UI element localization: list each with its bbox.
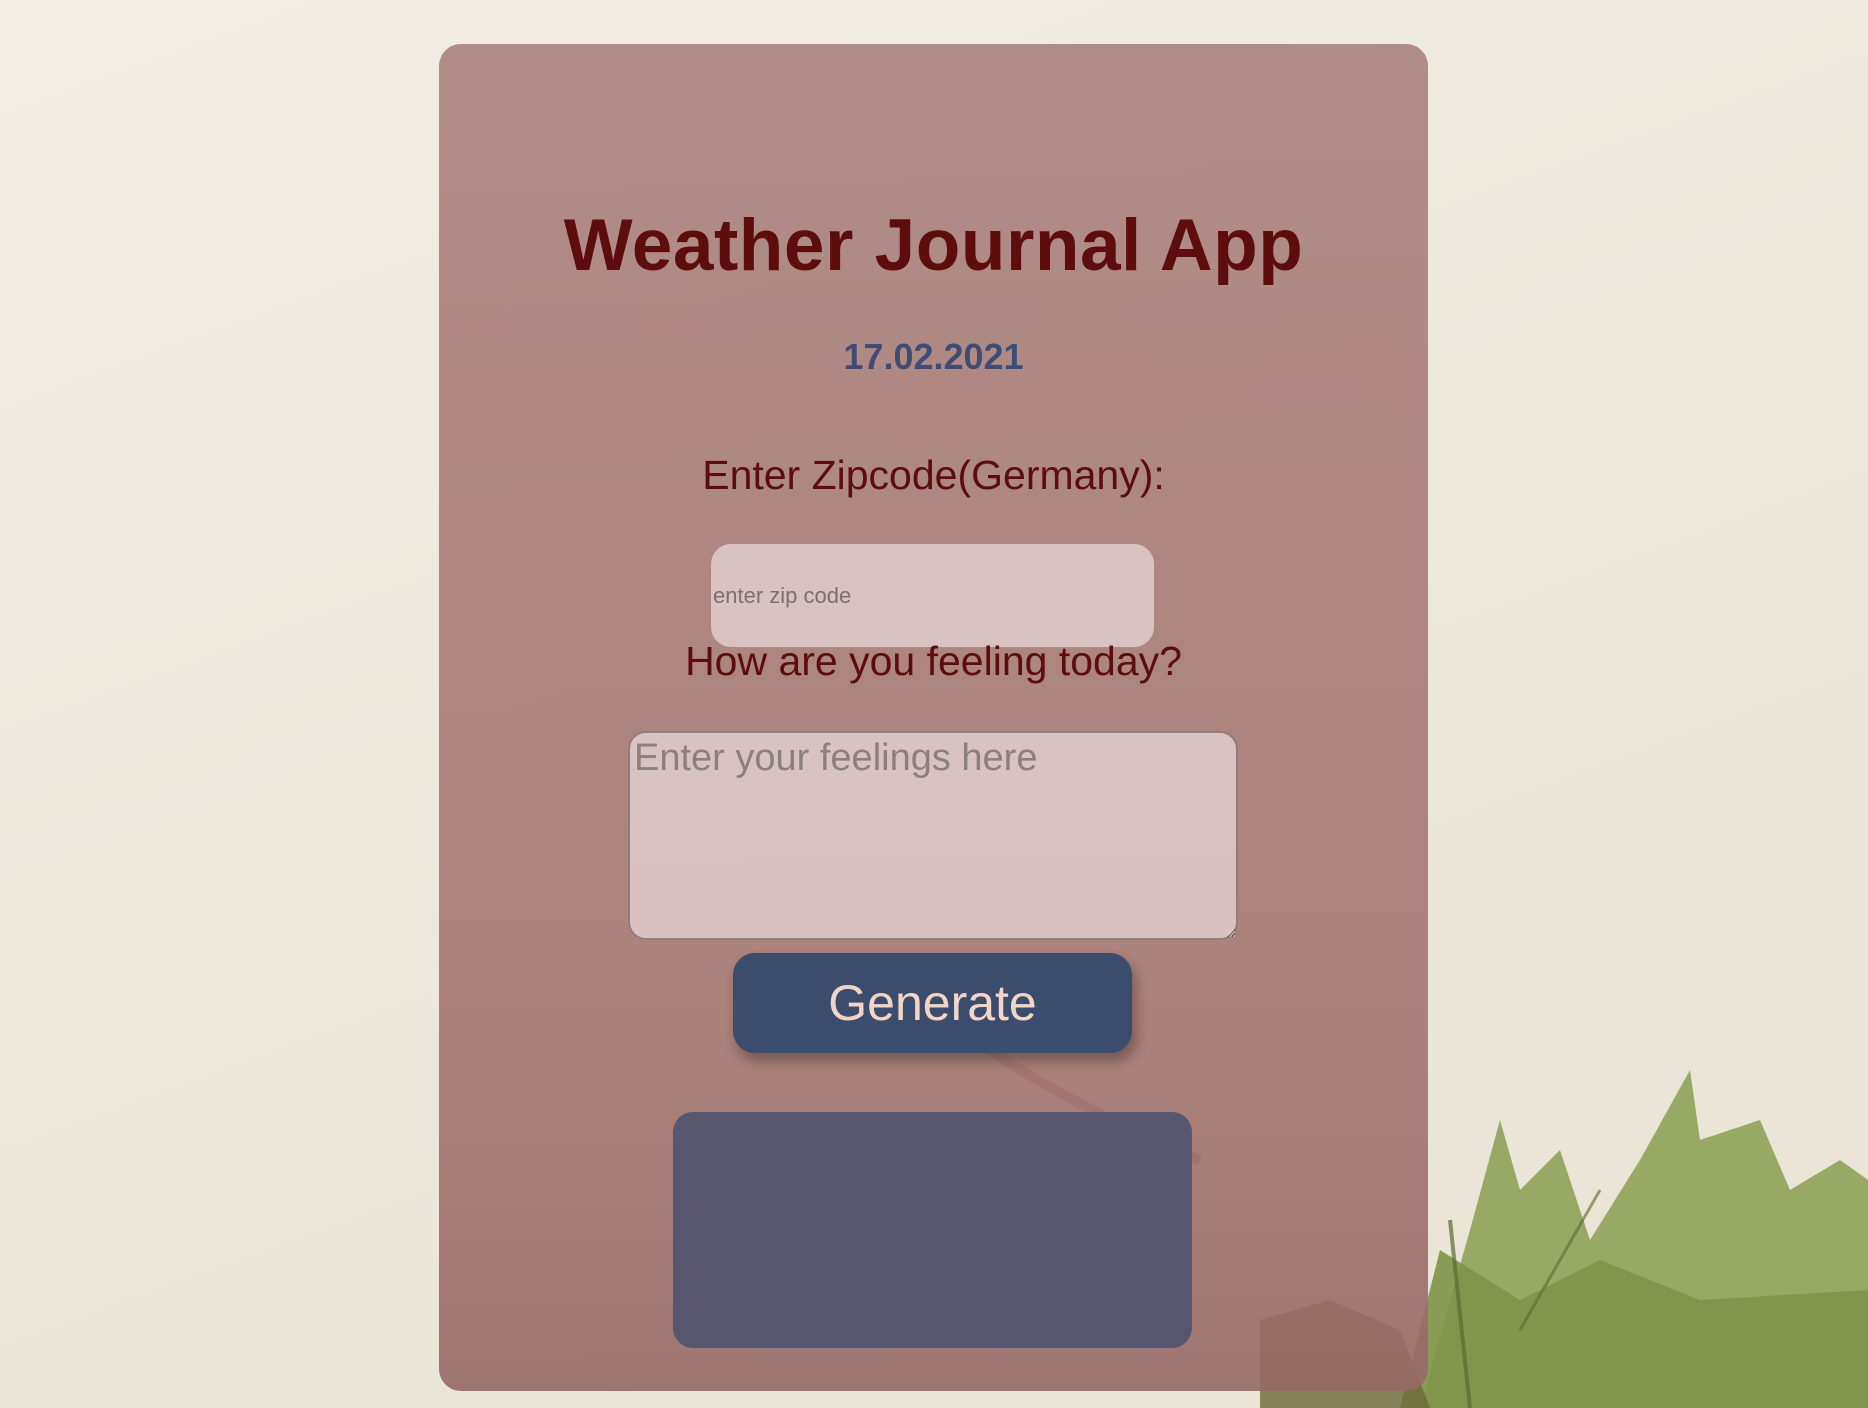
generate-button[interactable]: Generate: [733, 953, 1132, 1053]
zip-label: Enter Zipcode(Germany):: [702, 452, 1165, 498]
zip-input[interactable]: [711, 544, 1154, 647]
feelings-label: How are you feeling today?: [685, 638, 1182, 684]
feelings-textarea[interactable]: [628, 731, 1238, 940]
date-display: 17.02.2021: [843, 336, 1024, 377]
journal-card: Weather Journal App 17.02.2021 Enter Zip…: [439, 44, 1428, 1391]
page-title: Weather Journal App: [563, 205, 1304, 286]
entry-holder: [673, 1112, 1192, 1348]
